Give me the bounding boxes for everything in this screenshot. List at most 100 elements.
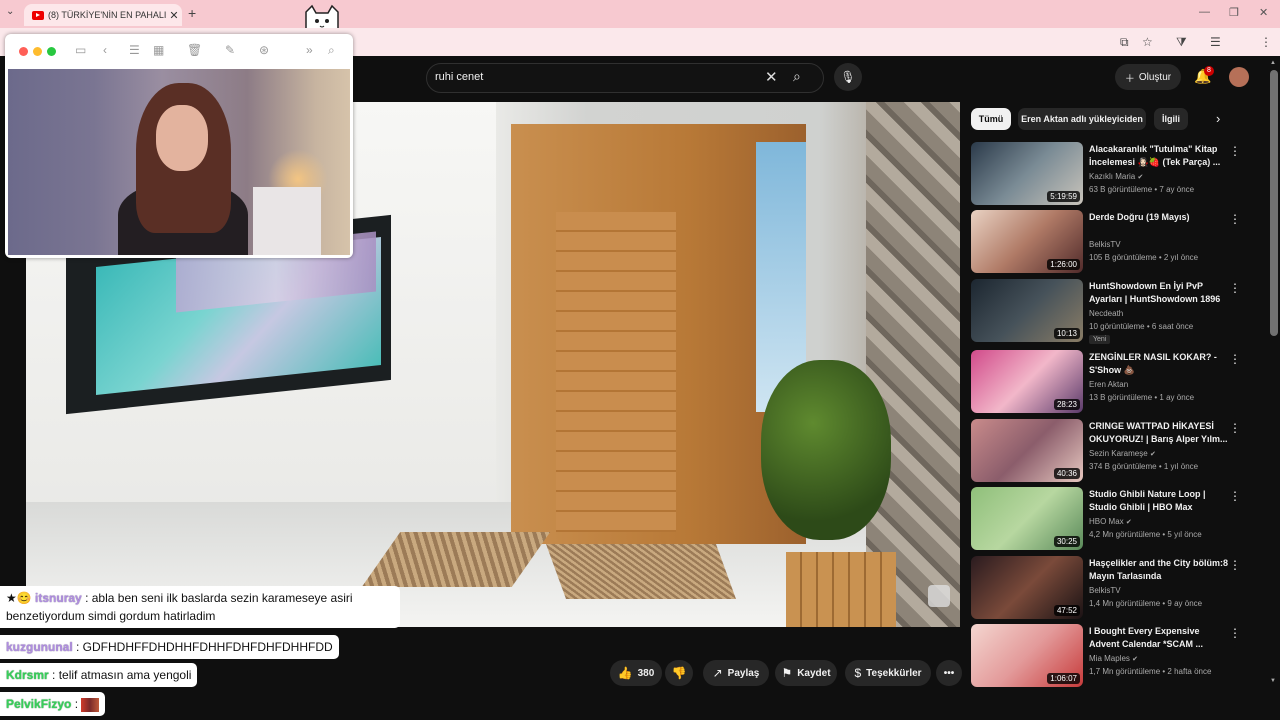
user-avatar[interactable] <box>1229 67 1249 87</box>
new-tab-button[interactable]: + <box>188 5 196 21</box>
video-scene-bench <box>786 552 896 627</box>
video-title[interactable]: CRINGE WATTPAD HİKAYESİ OKUYORUZ! | Barı… <box>1089 420 1229 446</box>
video-title[interactable]: Alacakaranlık "Tutulma" Kitap İncelemesi… <box>1089 143 1229 169</box>
video-title[interactable]: Haşçelikler and the City bölüm:8 Mayın T… <box>1089 557 1229 583</box>
more-actions-button[interactable]: ••• <box>936 660 962 686</box>
browser-menu-icon[interactable]: ⋮ <box>1260 35 1272 49</box>
close-window-icon[interactable]: ✕ <box>1259 6 1268 19</box>
recommended-video[interactable]: 30:25 Studio Ghibli Nature Loop | Studio … <box>971 487 1271 551</box>
more-options-icon[interactable]: ⋮ <box>1229 212 1241 226</box>
video-title[interactable]: Studio Ghibli Nature Loop | Studio Ghibl… <box>1089 488 1229 514</box>
back-icon[interactable]: ‹ <box>103 43 107 57</box>
grid-icon[interactable]: ▦ <box>153 43 164 57</box>
video-thumbnail[interactable]: 1:26:00 <box>971 210 1083 273</box>
video-meta: 13 B görüntüleme • 1 ay önce <box>1089 393 1195 402</box>
more-options-icon[interactable]: ⋮ <box>1229 626 1241 640</box>
recommended-video[interactable]: 10:13 HuntShowdown En İyi PvP Ayarları | … <box>971 279 1271 344</box>
list-icon[interactable]: ☰ <box>129 43 140 57</box>
video-title[interactable]: I Bought Every Expensive Advent Calendar… <box>1089 625 1229 651</box>
video-thumbnail[interactable]: 47:52 <box>971 556 1083 619</box>
channel-name[interactable]: BelkisTV <box>1089 586 1239 595</box>
create-button[interactable]: ＋ Oluştur <box>1115 64 1181 90</box>
video-thumbnail[interactable]: 30:25 <box>971 487 1083 550</box>
video-title[interactable]: ZENGİNLER NASIL KOKAR? - S'Show 💩 <box>1089 351 1229 377</box>
recommended-video[interactable]: 1:26:00 Derde Doğru (19 Mayıs) BelkisTV 105… <box>971 210 1271 274</box>
extensions-icon[interactable]: ⧩ <box>1176 35 1187 50</box>
chat-message: Kdrsmr : telif atmasın ama yengoli <box>0 663 198 687</box>
verified-check-icon: ✔ <box>1132 656 1139 663</box>
search-box[interactable]: ruhi cenet ✕ ⌕ <box>426 63 824 93</box>
video-title[interactable]: Derde Doğru (19 Mayıs) <box>1089 211 1229 224</box>
more-options-icon[interactable]: ⋮ <box>1229 144 1241 158</box>
sidebar-icon[interactable]: ▭ <box>75 43 86 57</box>
channel-name[interactable]: HBO Max ✔ <box>1089 517 1239 526</box>
chat-username[interactable]: PelvikFizyo <box>6 697 71 711</box>
video-title[interactable]: HuntShowdown En İyi PvP Ayarları | HuntS… <box>1089 280 1229 306</box>
page-scrollbar[interactable] <box>1270 70 1278 336</box>
channel-name[interactable]: BelkisTV <box>1089 240 1239 249</box>
chat-username[interactable]: itsnuray <box>35 591 82 605</box>
video-thumbnail[interactable]: 28:23 <box>971 350 1083 413</box>
more-options-icon[interactable]: ⋮ <box>1229 489 1241 503</box>
maximize-icon[interactable]: ❐ <box>1229 6 1239 19</box>
recommended-video[interactable]: 28:23 ZENGİNLER NASIL KOKAR? - S'Show 💩 Er… <box>971 350 1271 414</box>
close-window-dot[interactable] <box>19 47 28 56</box>
video-duration: 30:25 <box>1053 536 1080 547</box>
minimize-icon[interactable]: — <box>1199 6 1210 18</box>
more-options-icon[interactable]: ⋮ <box>1229 421 1241 435</box>
bookmark-star-icon[interactable]: ☆ <box>1142 35 1153 49</box>
forward-icon[interactable]: » <box>306 43 313 57</box>
share-button[interactable]: ↗ Paylaş <box>703 660 769 686</box>
chips-next-icon[interactable]: › <box>1216 111 1220 126</box>
dislike-button[interactable]: 👎 <box>665 660 693 686</box>
search-icon[interactable]: ⌕ <box>793 68 801 85</box>
tab-title: (8) TÜRKİYE'NİN EN PAHALI EV... <box>48 10 166 20</box>
video-duration: 28:23 <box>1053 399 1080 410</box>
channel-name-text: HBO Max <box>1089 517 1124 526</box>
search-icon[interactable]: ⌕ <box>328 43 335 58</box>
video-thumbnail[interactable]: 5:19:59 <box>971 142 1083 205</box>
recommended-video[interactable]: 5:19:59 Alacakaranlık "Tutulma" Kitap İnc… <box>971 142 1271 206</box>
trash-icon[interactable]: 🗑 <box>187 43 202 57</box>
share-icon[interactable]: ⊛ <box>259 43 269 57</box>
search-input[interactable]: ruhi cenet <box>435 71 483 83</box>
channel-name[interactable]: Kazıklı Maria ✔ <box>1089 172 1239 181</box>
thanks-button[interactable]: $ Teşekkürler <box>845 660 931 686</box>
more-options-icon[interactable]: ⋮ <box>1229 281 1241 295</box>
minimize-window-dot[interactable] <box>33 47 42 56</box>
chat-username[interactable]: Kdrsmr <box>6 668 49 682</box>
chip-all[interactable]: Tümü <box>971 108 1011 130</box>
channel-name[interactable]: Sezin Karameşe ✔ <box>1089 449 1239 458</box>
channel-name[interactable]: Mia Maples ✔ <box>1089 654 1239 663</box>
install-app-icon[interactable]: ⧉ <box>1120 35 1129 50</box>
recommended-video[interactable]: 1:06:07 I Bought Every Expensive Advent C… <box>971 624 1271 688</box>
clear-search-icon[interactable]: ✕ <box>765 68 778 86</box>
voice-search-icon[interactable]: 🎙 <box>834 63 862 91</box>
tab-close-icon[interactable]: ✕ <box>166 9 182 22</box>
video-thumbnail[interactable]: 40:36 <box>971 419 1083 482</box>
video-thumbnail[interactable]: 10:13 <box>971 279 1083 342</box>
more-options-icon[interactable]: ⋮ <box>1229 558 1241 572</box>
chip-from-uploader[interactable]: Eren Aktan adlı yükleyiciden <box>1018 108 1146 130</box>
chat-text: : telif atmasın ama yengoli <box>52 668 192 682</box>
browser-tab-active[interactable]: (8) TÜRKİYE'NİN EN PAHALI EV... ✕ <box>24 4 182 26</box>
like-button[interactable]: 👍 380 <box>610 660 662 686</box>
super-thanks-icon: $ <box>854 666 862 680</box>
channel-name[interactable]: Eren Aktan <box>1089 380 1239 389</box>
zoom-window-dot[interactable] <box>47 47 56 56</box>
chip-related[interactable]: İlgili <box>1154 108 1188 130</box>
media-control-icon[interactable]: ☰ <box>1210 35 1221 49</box>
compose-icon[interactable]: ✎ <box>225 43 235 57</box>
channel-name[interactable]: Necdeath <box>1089 309 1239 318</box>
tab-search-icon[interactable]: ⌄ <box>6 6 14 17</box>
save-button[interactable]: ⚑ Kaydet <box>775 660 837 686</box>
thumbs-up-icon: 👍 <box>617 666 633 680</box>
video-thumbnail[interactable]: 1:06:07 <box>971 624 1083 687</box>
recommended-video[interactable]: 40:36 CRINGE WATTPAD HİKAYESİ OKUYORUZ! |… <box>971 419 1271 483</box>
recommended-video[interactable]: 47:52 Haşçelikler and the City bölüm:8 Ma… <box>971 556 1271 620</box>
more-options-icon[interactable]: ⋮ <box>1229 352 1241 366</box>
bookmark-icon: ⚑ <box>781 666 793 680</box>
scroll-down-icon[interactable]: ▼ <box>1270 678 1276 684</box>
scroll-up-icon[interactable]: ▲ <box>1270 60 1276 66</box>
chat-username[interactable]: kuzgununal <box>6 640 73 654</box>
